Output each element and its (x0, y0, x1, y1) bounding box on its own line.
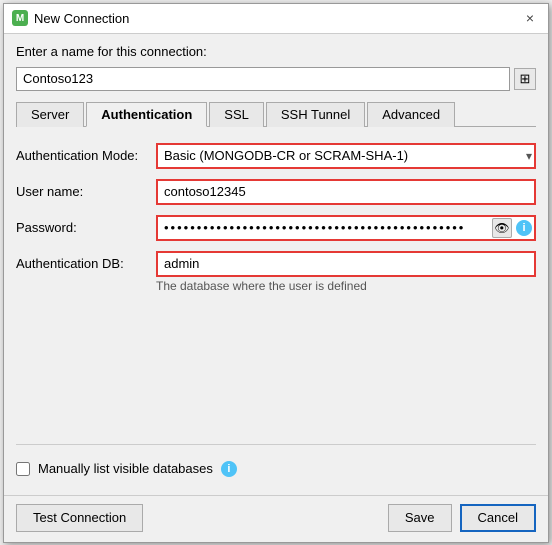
manually-list-checkbox[interactable] (16, 462, 30, 476)
footer-right: Save Cancel (388, 504, 536, 532)
password-label: Password: (16, 220, 156, 235)
dialog-title: New Connection (34, 11, 129, 26)
show-password-button[interactable]: 👁 (492, 218, 512, 238)
tab-advanced[interactable]: Advanced (367, 102, 455, 127)
tab-ssl[interactable]: SSL (209, 102, 264, 127)
auth-mode-select[interactable]: Basic (MONGODB-CR or SCRAM-SHA-1)No Auth… (156, 143, 536, 169)
close-button[interactable]: × (520, 8, 540, 28)
auth-db-wrap (156, 251, 536, 277)
password-row: Password: 👁 i (16, 215, 536, 241)
auth-db-row: Authentication DB: (16, 251, 536, 277)
tab-ssh-tunnel[interactable]: SSH Tunnel (266, 102, 365, 127)
manually-list-label: Manually list visible databases (38, 461, 213, 476)
auth-mode-label: Authentication Mode: (16, 148, 156, 163)
auth-db-section: Authentication DB: The database where th… (16, 251, 536, 293)
tab-content-authentication: Authentication Mode: Basic (MONGODB-CR o… (16, 133, 536, 485)
tabs-bar: Server Authentication SSL SSH Tunnel Adv… (16, 101, 536, 127)
password-info-button[interactable]: i (516, 220, 532, 236)
auth-db-label: Authentication DB: (16, 256, 156, 271)
auth-mode-wrap: Basic (MONGODB-CR or SCRAM-SHA-1)No Auth… (156, 143, 536, 169)
title-bar-left: M New Connection (12, 10, 129, 26)
grid-icon: ⊞ (520, 71, 531, 87)
auth-db-hint: The database where the user is defined (156, 279, 536, 293)
username-input[interactable] (156, 179, 536, 205)
dialog-body: Enter a name for this connection: ⊞ Serv… (4, 34, 548, 495)
tab-server[interactable]: Server (16, 102, 84, 127)
title-bar: M New Connection × (4, 4, 548, 34)
info-icon: i (522, 222, 525, 234)
app-icon: M (12, 10, 28, 26)
footer: Test Connection Save Cancel (4, 495, 548, 542)
grid-icon-button[interactable]: ⊞ (514, 68, 536, 90)
divider (16, 444, 536, 445)
tab-authentication[interactable]: Authentication (86, 102, 207, 127)
username-row: User name: (16, 179, 536, 205)
save-button[interactable]: Save (388, 504, 452, 532)
password-input[interactable] (156, 215, 536, 241)
auth-db-input[interactable] (156, 251, 536, 277)
connection-name-input[interactable] (16, 67, 510, 91)
eye-icon: 👁 (494, 221, 509, 235)
username-label: User name: (16, 184, 156, 199)
username-wrap (156, 179, 536, 205)
connection-name-row: ⊞ (16, 67, 536, 91)
password-wrap: 👁 i (156, 215, 536, 241)
connection-name-label: Enter a name for this connection: (16, 44, 536, 59)
checkbox-info-icon: i (227, 463, 230, 475)
auth-mode-row: Authentication Mode: Basic (MONGODB-CR o… (16, 143, 536, 169)
password-icons: 👁 i (492, 218, 532, 238)
cancel-button[interactable]: Cancel (460, 504, 536, 532)
checkbox-info-button[interactable]: i (221, 461, 237, 477)
manually-list-row: Manually list visible databases i (16, 461, 536, 477)
new-connection-dialog: M New Connection × Enter a name for this… (3, 3, 549, 543)
test-connection-button[interactable]: Test Connection (16, 504, 143, 532)
